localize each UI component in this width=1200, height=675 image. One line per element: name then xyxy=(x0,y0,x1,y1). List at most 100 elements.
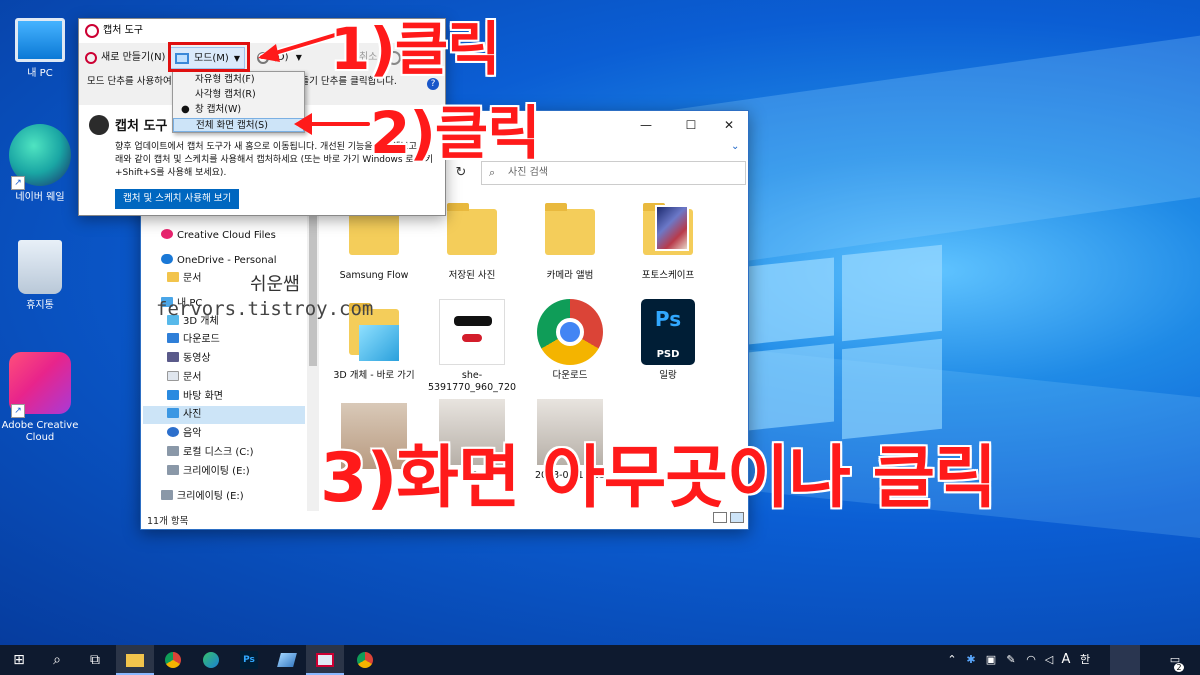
file-item[interactable]: 카메라 앨범 xyxy=(525,199,615,282)
menu-label: 전체 화면 캡처(S) xyxy=(196,120,268,131)
nav-item-documents[interactable]: 문서 xyxy=(167,369,201,387)
desktop-icon-recycle-bin[interactable]: 휴지통 xyxy=(0,240,80,312)
close-button[interactable]: ✕ xyxy=(709,111,749,139)
network-icon[interactable]: ◠ xyxy=(1022,645,1040,675)
nav-label: 크리에이팅 (E:) xyxy=(183,466,250,477)
file-item[interactable]: 포토스케이프 xyxy=(623,199,713,282)
notification-count: 2 xyxy=(1174,663,1184,672)
taskbar-file-explorer[interactable] xyxy=(116,645,154,675)
delay-label: (D) xyxy=(273,52,289,63)
notification-center[interactable]: ▭ 2 xyxy=(1160,645,1190,675)
expand-ribbon-icon[interactable]: ⌄ xyxy=(731,141,739,152)
try-snip-sketch-button[interactable]: 캡처 및 스케치 사용해 보기 xyxy=(115,189,240,209)
recycle-bin-icon xyxy=(18,240,62,294)
snip-sketch-logo xyxy=(89,115,109,135)
nav-item-downloads[interactable]: 다운로드 xyxy=(167,331,220,349)
file-item[interactable]: Ps PSD 일랑 xyxy=(623,299,713,382)
desktop-icon-my-pc[interactable]: 내 PC xyxy=(0,12,80,80)
nav-item-drive-e-root[interactable]: 크리에이팅 (E:) xyxy=(161,488,244,506)
bluetooth-icon[interactable]: ✱ xyxy=(962,645,980,675)
folder-icon xyxy=(537,199,603,265)
nav-label: Creative Cloud Files xyxy=(177,230,276,241)
desktop-icon xyxy=(167,390,179,400)
nav-label: 사진 xyxy=(183,409,202,420)
file-item[interactable]: she-5391770_960_720 xyxy=(427,299,517,394)
device-icon[interactable]: ▣ xyxy=(982,645,1000,675)
menu-item-window[interactable]: ● 창 캡처(W) xyxy=(173,103,304,117)
taskbar-chrome[interactable] xyxy=(154,645,192,675)
banner-title: 캡처 도구 xyxy=(115,119,168,134)
taskbar-edge[interactable] xyxy=(192,645,230,675)
volume-icon[interactable]: ◁ xyxy=(1040,645,1058,675)
nav-label: 음악 xyxy=(183,428,202,439)
step3-annotation: 3)화면 아무곳이나 클릭 xyxy=(320,439,997,518)
nav-label: 크리에이팅 (E:) xyxy=(177,491,244,502)
menu-label: 창 캡처(W) xyxy=(195,104,242,115)
nav-item-creative-cloud[interactable]: Creative Cloud Files xyxy=(161,227,276,245)
mode-dropdown-menu: 자유형 캡처(F) 사각형 캡처(R) ● 창 캡처(W) 전체 화면 캡처(S) xyxy=(172,71,305,133)
nav-label: 문서 xyxy=(183,372,202,383)
file-item[interactable]: 다운로드 xyxy=(525,299,615,382)
shortcut-arrow-icon: ↗ xyxy=(11,404,25,418)
show-hidden-icons[interactable]: ⌃ xyxy=(944,645,960,675)
taskbar-photoshop[interactable]: Ps xyxy=(230,645,268,675)
ime-language-indicator[interactable]: 한 xyxy=(1076,645,1094,675)
clock-area[interactable] xyxy=(1110,645,1140,675)
watermark-name: 쉬운쌤 xyxy=(250,274,300,295)
nav-scrollbar[interactable] xyxy=(307,206,319,511)
nav-label: 문서 xyxy=(183,273,202,284)
minimize-button[interactable]: — xyxy=(626,111,666,139)
nav-item-onedrive[interactable]: OneDrive - Personal xyxy=(161,252,277,270)
edge-icon xyxy=(203,652,219,668)
nav-item-drive-e[interactable]: 크리에이팅 (E:) xyxy=(167,463,250,481)
nav-label: 바탕 화면 xyxy=(183,391,223,402)
desktop-icon-label: 네이버 웨일 xyxy=(15,192,65,203)
delay-button[interactable]: (D) ▼ xyxy=(255,47,302,69)
navigation-pane: Creative Cloud Files OneDrive - Personal… xyxy=(141,221,306,511)
desktop-icon-label: 내 PC xyxy=(27,68,53,79)
nav-label: 다운로드 xyxy=(183,334,220,345)
nav-item-music[interactable]: 음악 xyxy=(167,425,201,443)
file-label: 일랑 xyxy=(659,370,677,381)
nav-item-pictures[interactable]: 사진 xyxy=(143,406,305,424)
nav-item-desktop[interactable]: 바탕 화면 xyxy=(167,388,223,406)
shortcut-arrow-icon: ↗ xyxy=(11,176,25,190)
pen-icon[interactable]: ✎ xyxy=(1002,645,1020,675)
taskbar: ⊞ ⌕ ⧉ Ps ⌃ ✱ ▣ ✎ ◠ ◁ A 한 ▭ 2 xyxy=(0,645,1200,675)
nav-item-local-disk[interactable]: 로컬 디스크 (C:) xyxy=(167,444,254,462)
snipping-tool-icon xyxy=(316,653,334,667)
scrollbar-thumb[interactable] xyxy=(309,206,317,366)
start-button[interactable]: ⊞ xyxy=(0,645,38,675)
nav-label: OneDrive - Personal xyxy=(177,255,277,266)
clock-icon xyxy=(257,52,269,64)
desktop-icon-label: 휴지통 xyxy=(26,300,54,311)
taskbar-chrome-2[interactable] xyxy=(346,645,384,675)
taskbar-app[interactable] xyxy=(268,645,306,675)
film-icon xyxy=(167,352,179,362)
whale-browser-icon: ↗ xyxy=(9,124,71,190)
item-count: 11개 항목 xyxy=(147,516,189,527)
file-label: she-5391770_960_720 xyxy=(427,370,517,393)
desktop-icon-whale[interactable]: ↗ 네이버 웨일 xyxy=(0,124,80,204)
ime-mode-indicator[interactable]: A xyxy=(1058,645,1074,675)
folder-icon xyxy=(439,199,505,265)
taskbar-snipping-tool[interactable] xyxy=(306,645,344,675)
maximize-button[interactable]: ☐ xyxy=(671,111,711,139)
watermark-url: fervors.tistroy.com xyxy=(156,298,374,320)
selected-bullet-icon: ● xyxy=(181,104,190,115)
new-snip-icon xyxy=(85,52,97,64)
app-icon xyxy=(277,653,297,667)
menu-item-free-form[interactable]: 자유형 캡처(F) xyxy=(173,73,304,87)
image-thumbnail xyxy=(439,299,505,365)
desktop-icon-creative-cloud[interactable]: ↗ Adobe Creative Cloud xyxy=(0,352,80,444)
menu-item-full-screen[interactable]: 전체 화면 캡처(S) xyxy=(173,118,304,132)
new-snip-button[interactable]: 새로 만들기(N) xyxy=(83,47,165,69)
nav-label: 동영상 xyxy=(183,353,211,364)
task-view-icon[interactable]: ⧉ xyxy=(76,645,114,675)
scissors-icon xyxy=(85,24,99,38)
search-icon[interactable]: ⌕ xyxy=(38,645,76,675)
nav-item-videos[interactable]: 동영상 xyxy=(167,350,211,368)
menu-item-rectangular[interactable]: 사각형 캡처(R) xyxy=(173,88,304,102)
file-label: 카메라 앨범 xyxy=(546,270,594,281)
nav-item-onedrive-documents[interactable]: 문서 xyxy=(167,270,201,288)
